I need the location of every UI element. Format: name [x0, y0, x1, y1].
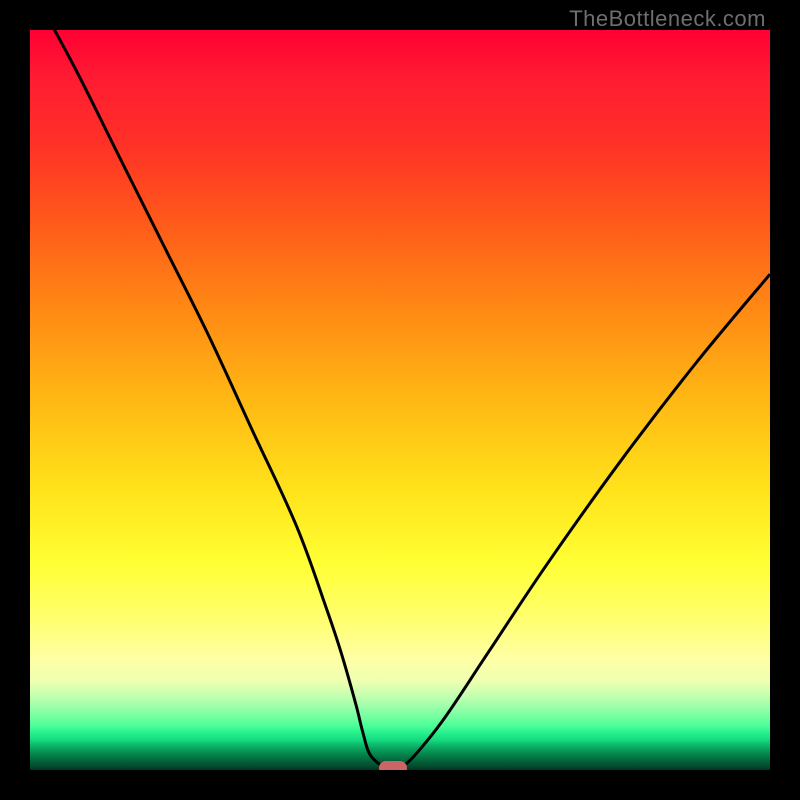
- chart-frame: TheBottleneck.com: [0, 0, 800, 800]
- curve-path: [30, 30, 770, 769]
- optimal-point-marker: [379, 761, 407, 770]
- watermark-text: TheBottleneck.com: [569, 6, 766, 32]
- plot-area: [30, 30, 770, 770]
- bottleneck-curve: [30, 30, 770, 770]
